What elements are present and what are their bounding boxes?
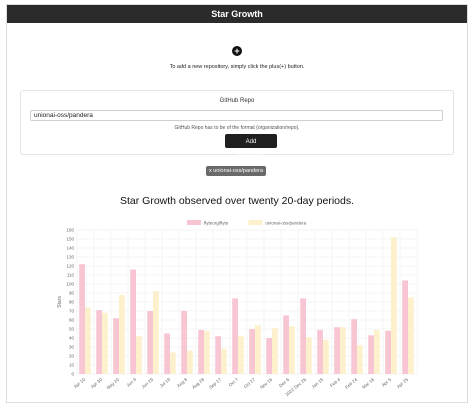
- bar-unionai-oss-pandera: [305, 337, 312, 374]
- x-tick-label: Dec 6: [278, 377, 291, 389]
- bar-flyteorg-flyte: [232, 298, 238, 374]
- bar-flyteorg-flyte: [147, 311, 153, 374]
- bar-flyteorg-flyte: [300, 298, 306, 374]
- bar-flyteorg-flyte: [402, 280, 408, 374]
- bar-flyteorg-flyte: [215, 336, 221, 374]
- x-tick-label: Jan 15: [311, 377, 325, 390]
- bar-unionai-oss-pandera: [356, 345, 363, 374]
- x-tick-label: Apr 5: [381, 377, 393, 388]
- bar-unionai-oss-pandera: [135, 336, 142, 374]
- bar-unionai-oss-pandera: [169, 352, 176, 374]
- y-tick-label: 20: [69, 354, 75, 359]
- x-tick-label: Jun 29: [141, 377, 155, 390]
- x-tick-label: Oct 7: [228, 377, 240, 388]
- x-tick-label: Sep 17: [208, 377, 223, 390]
- bar-flyteorg-flyte: [351, 319, 357, 374]
- x-tick-label: Mar 16: [361, 377, 375, 390]
- bar-unionai-oss-pandera: [237, 336, 244, 374]
- y-axis-title: Stars: [57, 296, 63, 308]
- bar-flyteorg-flyte: [317, 329, 323, 374]
- bar-flyteorg-flyte: [334, 327, 340, 374]
- bar-unionai-oss-pandera: [101, 312, 108, 374]
- bar-unionai-oss-pandera: [118, 294, 125, 374]
- legend-swatch: [248, 220, 263, 225]
- y-tick-label: 160: [66, 228, 74, 233]
- bar-unionai-oss-pandera: [220, 348, 227, 374]
- bar-flyteorg-flyte: [130, 269, 136, 374]
- y-tick-label: 30: [69, 345, 75, 350]
- bar-flyteorg-flyte: [113, 318, 119, 374]
- y-tick-label: 110: [67, 273, 75, 278]
- app-frame: Star Growth + To add a new repository, s…: [6, 4, 468, 403]
- bar-unionai-oss-pandera: [373, 329, 380, 374]
- bar-flyteorg-flyte: [181, 311, 187, 374]
- x-tick-label: Jun 9: [125, 377, 137, 388]
- legend-label: unionai-oss/pandera: [265, 221, 306, 226]
- y-tick-label: 150: [66, 237, 74, 242]
- y-tick-label: 140: [66, 246, 74, 251]
- y-tick-label: 90: [69, 291, 75, 296]
- x-tick-label: Aug 28: [191, 377, 206, 390]
- bar-unionai-oss-pandera: [152, 291, 159, 374]
- bar-flyteorg-flyte: [164, 333, 170, 374]
- bar-unionai-oss-pandera: [390, 237, 397, 374]
- bar-unionai-oss-pandera: [84, 307, 91, 374]
- bar-flyteorg-flyte: [198, 329, 204, 374]
- bar-flyteorg-flyte: [79, 264, 85, 374]
- y-tick-label: 50: [69, 327, 75, 332]
- x-tick-label: Aug 8: [176, 377, 189, 389]
- bar-unionai-oss-pandera: [203, 330, 210, 374]
- y-tick-label: 100: [66, 282, 74, 287]
- bar-flyteorg-flyte: [283, 315, 289, 374]
- bar-unionai-oss-pandera: [288, 326, 295, 374]
- x-tick-label: Jul 19: [159, 377, 172, 389]
- y-tick-label: 70: [69, 309, 75, 314]
- bar-unionai-oss-pandera: [186, 350, 193, 374]
- star-growth-chart: 0 10 20 30 40 50 60 70 80 90 100 110 120 130 140 150 160…: [57, 220, 418, 397]
- y-tick-label: 120: [66, 264, 74, 269]
- bar-flyteorg-flyte: [385, 330, 391, 374]
- x-tick-label: Nov 16: [259, 377, 274, 390]
- y-tick-label: 60: [69, 318, 75, 323]
- x-tick-label: Apr 30: [90, 377, 104, 390]
- bar-unionai-oss-pandera: [254, 325, 261, 374]
- x-tick-label: Feb 4: [329, 377, 341, 389]
- x-tick-label: Apr 25: [396, 377, 410, 390]
- y-tick-label: 40: [69, 336, 75, 341]
- bar-unionai-oss-pandera: [271, 328, 278, 374]
- bar-flyteorg-flyte: [368, 335, 374, 374]
- y-tick-label: 80: [69, 300, 75, 305]
- y-tick-label: 10: [69, 363, 75, 368]
- x-tick-label: Feb 24: [344, 377, 358, 390]
- y-tick-label: 0: [71, 372, 74, 377]
- x-tick-label: Apr 10: [73, 377, 87, 390]
- bar-unionai-oss-pandera: [339, 327, 346, 374]
- bar-flyteorg-flyte: [266, 338, 272, 374]
- bar-unionai-oss-pandera: [322, 339, 329, 374]
- x-tick-label: May 20: [106, 377, 121, 391]
- bar-unionai-oss-pandera: [407, 297, 414, 374]
- legend-swatch: [187, 220, 201, 225]
- bar-flyteorg-flyte: [96, 310, 102, 374]
- bar-flyteorg-flyte: [249, 329, 255, 374]
- y-tick-label: 130: [66, 255, 74, 260]
- x-tick-label: Oct 27: [243, 377, 257, 390]
- legend-label: flyteorg/flyte: [204, 221, 229, 226]
